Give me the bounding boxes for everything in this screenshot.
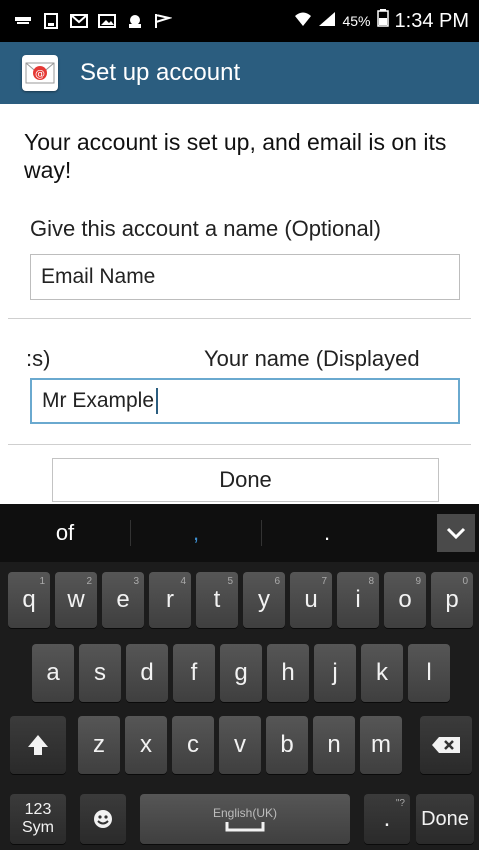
your-name-value: Mr Example	[42, 389, 155, 412]
key-label: e	[116, 586, 130, 613]
key-number-hint: 2	[86, 576, 92, 587]
storage-icon	[42, 13, 60, 29]
emoji-key[interactable]	[80, 794, 126, 844]
divider	[8, 318, 471, 319]
key-r[interactable]: 4r	[149, 572, 191, 628]
account-name-value: Email Name	[41, 265, 156, 288]
gmail-icon	[70, 13, 88, 29]
key-u[interactable]: 7u	[290, 572, 332, 628]
key-y[interactable]: 6y	[243, 572, 285, 628]
key-a[interactable]: a	[32, 644, 74, 702]
key-number-hint: 4	[180, 576, 186, 587]
action-bar: @ Set up account	[0, 42, 479, 104]
account-setup-form: Your account is set up, and email is on …	[0, 104, 479, 504]
space-key[interactable]: English(UK)	[140, 794, 350, 844]
email-app-icon[interactable]: @	[22, 55, 58, 91]
emoji-icon	[94, 810, 112, 828]
android-icon	[126, 13, 144, 29]
shift-icon	[28, 735, 48, 755]
key-d[interactable]: d	[126, 644, 168, 702]
key-c[interactable]: c	[172, 716, 214, 774]
usb-icon	[14, 13, 32, 29]
divider	[8, 444, 471, 445]
key-label: t	[213, 586, 221, 613]
key-label: u	[304, 586, 318, 613]
key-label: p	[445, 586, 459, 613]
key-number-hint: 5	[227, 576, 233, 587]
account-name-input[interactable]: Email Name	[30, 254, 460, 300]
period-key[interactable]: "? .	[364, 794, 410, 844]
key-label: w	[67, 586, 85, 613]
battery-percent: 45%	[342, 13, 371, 29]
your-name-label: Your name (Displayed	[204, 346, 420, 371]
text-cursor	[156, 388, 159, 414]
key-w[interactable]: 2w	[55, 572, 97, 628]
signal-icon	[318, 10, 336, 33]
key-k[interactable]: k	[361, 644, 403, 702]
key-number-hint: 6	[274, 576, 280, 587]
key-label: q	[22, 586, 36, 613]
status-bar: 45% 1:34 PM	[0, 0, 479, 42]
status-right: 45% 1:34 PM	[294, 9, 479, 33]
key-number-hint: 0	[462, 576, 468, 587]
key-t[interactable]: 5t	[196, 572, 238, 628]
key-label: i	[355, 586, 361, 613]
key-h[interactable]: h	[267, 644, 309, 702]
suggestion-item[interactable]: of	[0, 520, 130, 546]
key-label: r	[166, 586, 174, 613]
key-f[interactable]: f	[173, 644, 215, 702]
suggestion-bar: of , .	[0, 504, 479, 562]
key-label: y	[258, 586, 270, 613]
account-name-label: Give this account a name (Optional)	[30, 216, 381, 241]
done-button[interactable]: Done	[52, 458, 439, 502]
keyboard-done-key[interactable]: Done	[416, 794, 474, 844]
wifi-icon	[294, 10, 312, 33]
key-q[interactable]: 1q	[8, 572, 50, 628]
backspace-icon	[432, 737, 460, 753]
symbols-key[interactable]: 123 Sym	[10, 794, 66, 844]
key-number-hint: 7	[321, 576, 327, 587]
key-g[interactable]: g	[220, 644, 262, 702]
key-o[interactable]: 9o	[384, 572, 426, 628]
clock: 1:34 PM	[394, 9, 469, 32]
notification-icons	[0, 13, 172, 29]
your-name-input[interactable]: Mr Example	[30, 378, 460, 424]
key-number-hint: 1	[39, 576, 45, 587]
flag-icon	[154, 13, 172, 29]
backspace-key[interactable]	[420, 716, 472, 774]
gallery-icon	[98, 13, 116, 29]
hide-keyboard-button[interactable]	[437, 514, 475, 552]
key-l[interactable]: l	[408, 644, 450, 702]
key-p[interactable]: 0p	[431, 572, 473, 628]
setup-message: Your account is set up, and email is on …	[24, 129, 447, 183]
key-x[interactable]: x	[125, 716, 167, 774]
key-i[interactable]: 8i	[337, 572, 379, 628]
spacebar-icon	[225, 822, 265, 832]
key-j[interactable]: j	[314, 644, 356, 702]
key-v[interactable]: v	[219, 716, 261, 774]
key-s[interactable]: s	[79, 644, 121, 702]
key-m[interactable]: m	[360, 716, 402, 774]
shift-key[interactable]	[10, 716, 66, 774]
suggestion-item[interactable]: ,	[131, 520, 261, 546]
key-n[interactable]: n	[313, 716, 355, 774]
svg-text:@: @	[35, 69, 45, 80]
on-screen-keyboard: of , . 123 Sym English(UK) "? . Done 1q2…	[0, 504, 479, 850]
key-e[interactable]: 3e	[102, 572, 144, 628]
page-title: Set up account	[80, 59, 241, 86]
key-b[interactable]: b	[266, 716, 308, 774]
chevron-down-icon	[446, 527, 466, 539]
battery-icon	[376, 9, 389, 33]
your-name-label-fragment: :s)	[26, 346, 51, 371]
key-label: o	[398, 586, 412, 613]
key-z[interactable]: z	[78, 716, 120, 774]
key-number-hint: 3	[133, 576, 139, 587]
suggestion-item[interactable]: .	[262, 520, 392, 546]
key-number-hint: 9	[415, 576, 421, 587]
key-number-hint: 8	[368, 576, 374, 587]
